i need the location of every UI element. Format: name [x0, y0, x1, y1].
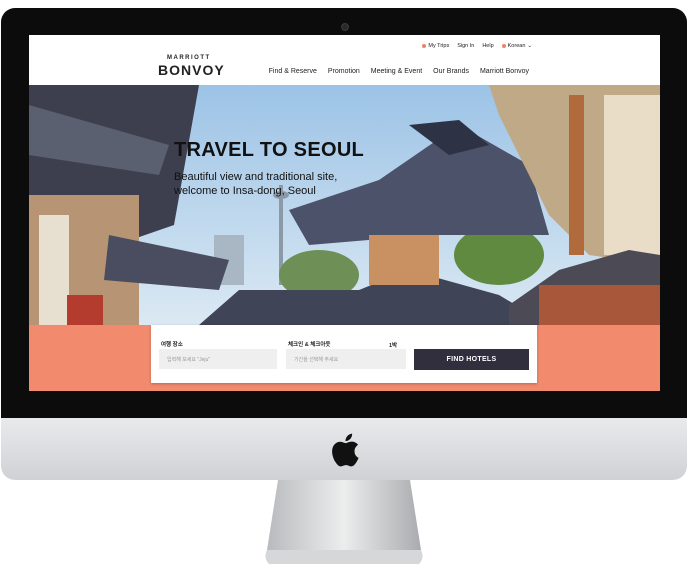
nav-our-brands[interactable]: Our Brands: [433, 68, 469, 75]
nav-find-reserve[interactable]: Find & Reserve: [269, 68, 317, 75]
language-selector[interactable]: Korean ⌄: [501, 43, 532, 49]
dates-input[interactable]: 기간을 선택해 주세요: [286, 349, 406, 369]
destination-label: 여행 장소: [161, 342, 183, 348]
apple-logo-icon: [332, 433, 359, 467]
site-header: MARRIOTT BONVOY My Trips Sign In Help Ko…: [29, 35, 660, 85]
hero-banner: TRAVEL TO SEOUL Beautiful view and tradi…: [29, 85, 660, 325]
sign-in-link[interactable]: Sign In: [457, 43, 474, 49]
hotel-search-form: 여행 장소 입력해 보세요 "Jeju" 체크인 & 체크아웃 1박 기간을 선…: [151, 325, 537, 383]
hero-subtitle: Beautiful view and traditional site, wel…: [174, 171, 338, 197]
globe-icon: [501, 44, 506, 48]
hero-title: TRAVEL TO SEOUL: [174, 139, 365, 161]
nav-promotion[interactable]: Promotion: [328, 68, 360, 75]
hero-image: [29, 85, 660, 325]
help-link[interactable]: Help: [482, 43, 493, 49]
browser-screen: MARRIOTT BONVOY My Trips Sign In Help Ko…: [29, 35, 660, 391]
utility-nav: My Trips Sign In Help Korean ⌄: [422, 43, 532, 49]
destination-input[interactable]: 입력해 보세요 "Jeju": [159, 349, 277, 369]
dates-label: 체크인 & 체크아웃: [288, 342, 331, 348]
nights-count: 1박: [389, 343, 398, 349]
trips-icon: [422, 44, 427, 48]
brand-logo[interactable]: BONVOY: [158, 62, 225, 78]
nav-marriott-bonvoy[interactable]: Marriott Bonvoy: [480, 68, 529, 75]
webcam-icon: [341, 23, 349, 31]
nav-meeting-event[interactable]: Meeting & Event: [371, 68, 422, 75]
monitor-stand: [265, 480, 423, 564]
main-nav: Find & Reserve Promotion Meeting & Event…: [269, 68, 529, 75]
my-trips-link[interactable]: My Trips: [422, 43, 449, 49]
brand-logo-top[interactable]: MARRIOTT: [167, 55, 211, 61]
find-hotels-button[interactable]: FIND HOTELS: [414, 349, 529, 370]
